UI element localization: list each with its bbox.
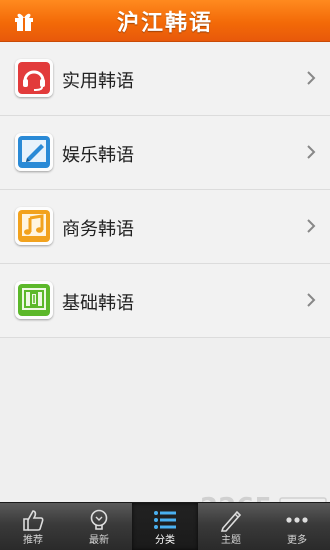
thumbs-up-icon [23, 510, 44, 531]
more-icon [286, 517, 308, 523]
book-icon [15, 281, 53, 319]
lightbulb-icon [90, 509, 108, 530]
tab-label: 最新 [89, 535, 109, 546]
category-list: 实用韩语 娱乐韩语 商务韩语 基础韩语 [0, 42, 330, 338]
music-note-icon [15, 207, 53, 245]
list-item-practical-korean[interactable]: 实用韩语 [0, 42, 330, 116]
header-bar: 沪江韩语 [0, 0, 330, 42]
tab-label: 分类 [155, 535, 175, 546]
chevron-right-icon [307, 219, 316, 233]
chevron-right-icon [307, 145, 316, 159]
chevron-right-icon [307, 71, 316, 85]
pen-icon [220, 510, 242, 532]
list-item-label: 基础韩语 [62, 293, 134, 314]
list-icon [154, 511, 176, 529]
headset-icon [15, 59, 53, 97]
list-item-business-korean[interactable]: 商务韩语 [0, 190, 330, 264]
tab-more[interactable]: 更多 [264, 503, 330, 550]
list-item-label: 娱乐韩语 [62, 145, 134, 166]
tab-label: 推荐 [23, 535, 43, 546]
tab-topic[interactable]: 主题 [198, 503, 264, 550]
page-title: 沪江韩语 [116, 10, 213, 36]
list-item-label: 实用韩语 [62, 71, 134, 92]
gift-icon[interactable] [12, 9, 36, 33]
chevron-right-icon [307, 293, 316, 307]
pencil-icon [15, 133, 53, 171]
tab-recommend[interactable]: 推荐 [0, 503, 66, 550]
list-item-entertainment-korean[interactable]: 娱乐韩语 [0, 116, 330, 190]
tab-label: 更多 [287, 535, 307, 546]
tab-category[interactable]: 分类 [132, 503, 198, 550]
list-item-label: 商务韩语 [62, 219, 134, 240]
tab-label: 主题 [221, 535, 241, 546]
tab-latest[interactable]: 最新 [66, 503, 132, 550]
bottom-tab-bar: 推荐 最新 分类 主题 更多 [0, 502, 330, 550]
list-item-basic-korean[interactable]: 基础韩语 [0, 264, 330, 338]
